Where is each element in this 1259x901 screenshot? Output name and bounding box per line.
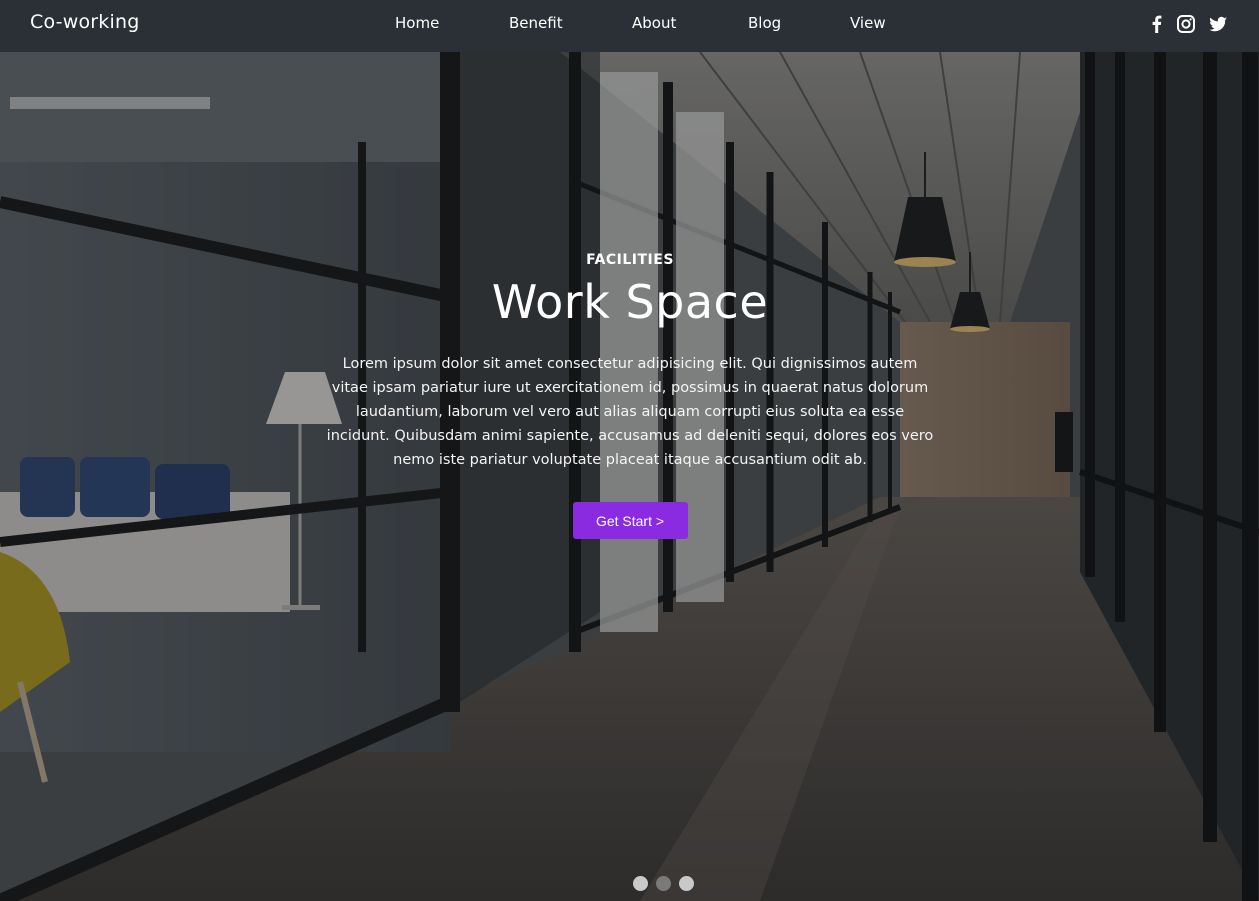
nav-link-about[interactable]: About [632,14,676,32]
carousel-dot-1[interactable] [633,876,648,891]
landing-page: Co-working Home Benefit About Blog View [0,0,1259,901]
get-start-button[interactable]: Get Start > [572,502,688,539]
hero-eyebrow: FACILITIES [586,252,674,268]
hero-description-line: incidunt. Quibusdam animi sapiente, accu… [326,428,934,444]
carousel-dot-3[interactable] [679,876,694,891]
navbar: Co-working Home Benefit About Blog View [0,0,1259,52]
hero-description-line: nemo iste pariatur voluptate placeat ita… [393,452,867,468]
hero-description-line: vitae ipsam pariatur iure ut exercitatio… [331,380,929,396]
main-nav: Home Benefit About Blog View [0,0,1259,52]
nav-link-blog[interactable]: Blog [748,14,781,32]
nav-link-benefit[interactable]: Benefit [509,14,563,32]
facebook-icon[interactable] [1147,14,1167,34]
carousel-dot-2[interactable] [656,876,671,891]
instagram-icon[interactable] [1176,14,1196,34]
nav-link-view[interactable]: View [850,14,886,32]
hero-content: FACILITIES Work Space Lorem ipsum dolor … [300,248,960,539]
nav-link-home[interactable]: Home [395,14,439,32]
hero-description-line: laudantium, laborum vel vero aut alias a… [355,404,905,420]
hero-section: FACILITIES Work Space Lorem ipsum dolor … [0,52,1259,901]
hero-description: Lorem ipsum dolor sit amet consectetur a… [310,352,950,472]
hero-description-line: Lorem ipsum dolor sit amet consectetur a… [342,356,918,372]
hero-title: Work Space [491,275,769,329]
twitter-icon[interactable] [1208,14,1228,34]
